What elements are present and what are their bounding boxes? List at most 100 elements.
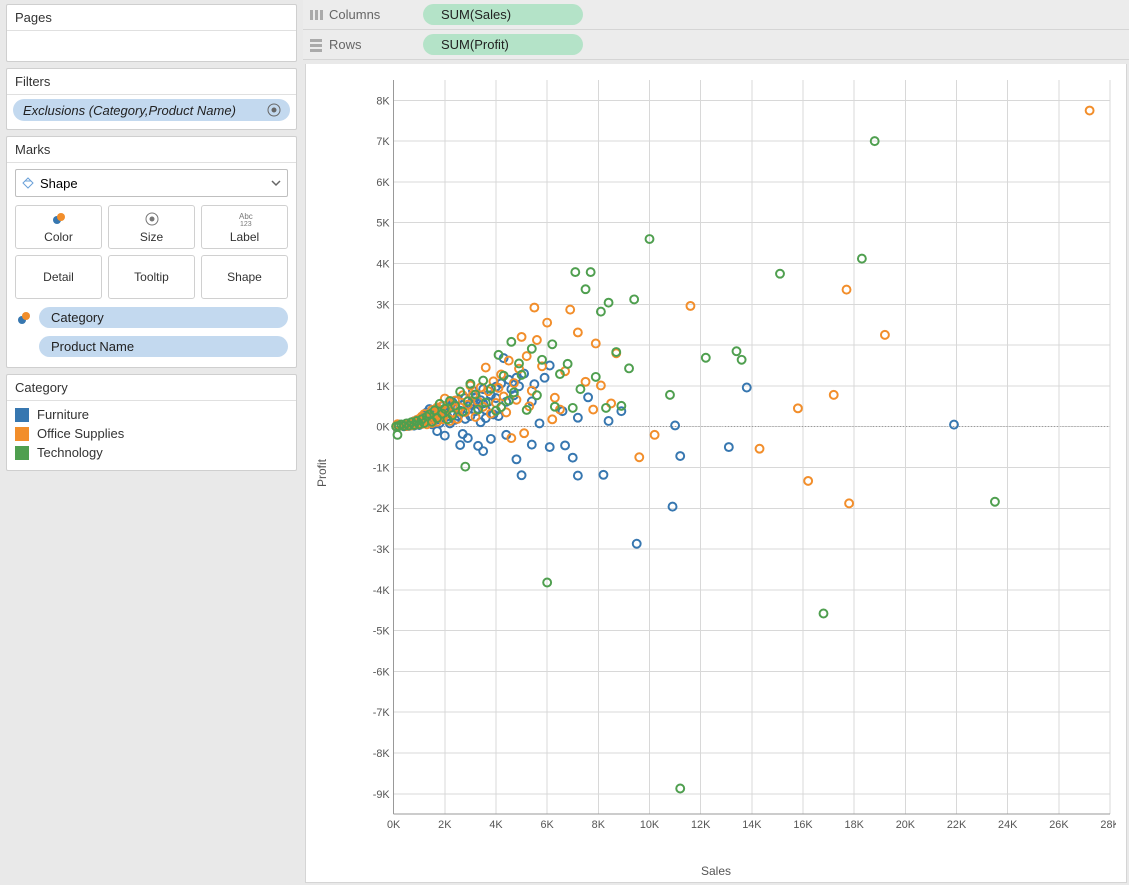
svg-text:-4K: -4K bbox=[373, 585, 391, 597]
columns-shelf-label: Columns bbox=[303, 7, 423, 22]
data-point[interactable] bbox=[518, 333, 526, 341]
svg-text:5K: 5K bbox=[376, 218, 390, 230]
marks-shape-button[interactable]: Shape bbox=[201, 255, 288, 299]
data-point[interactable] bbox=[804, 477, 812, 485]
legend-item[interactable]: Furniture bbox=[15, 405, 288, 424]
data-point[interactable] bbox=[743, 384, 751, 392]
data-point[interactable] bbox=[394, 431, 402, 439]
data-point[interactable] bbox=[600, 471, 608, 479]
data-point[interactable] bbox=[669, 503, 677, 511]
data-point[interactable] bbox=[794, 404, 802, 412]
pages-body[interactable] bbox=[7, 31, 296, 61]
eye-icon bbox=[266, 102, 282, 118]
data-point[interactable] bbox=[582, 285, 590, 293]
data-point[interactable] bbox=[605, 417, 613, 425]
data-point[interactable] bbox=[651, 431, 659, 439]
marks-shelf-category[interactable]: Category bbox=[39, 307, 288, 328]
data-point[interactable] bbox=[1086, 107, 1094, 115]
marks-color-button[interactable]: Color bbox=[15, 205, 102, 249]
x-axis-label: Sales bbox=[701, 864, 731, 878]
data-point[interactable] bbox=[569, 454, 577, 462]
data-point[interactable] bbox=[574, 472, 582, 480]
data-point[interactable] bbox=[518, 471, 526, 479]
data-point[interactable] bbox=[482, 364, 490, 372]
data-point[interactable] bbox=[548, 415, 556, 423]
data-point[interactable] bbox=[584, 393, 592, 401]
data-point[interactable] bbox=[566, 306, 574, 314]
data-point[interactable] bbox=[607, 399, 615, 407]
legend-item[interactable]: Office Supplies bbox=[15, 424, 288, 443]
data-point[interactable] bbox=[456, 441, 464, 449]
data-point[interactable] bbox=[676, 785, 684, 793]
data-point[interactable] bbox=[569, 404, 577, 412]
columns-shelf[interactable]: Columns SUM(Sales) bbox=[303, 0, 1129, 30]
data-point[interactable] bbox=[733, 347, 741, 355]
data-point[interactable] bbox=[605, 299, 613, 307]
data-point[interactable] bbox=[625, 364, 633, 372]
filter-pill-exclusions[interactable]: Exclusions (Category,Product Name) bbox=[13, 99, 290, 121]
legend-swatch bbox=[15, 446, 29, 460]
data-point[interactable] bbox=[513, 455, 521, 463]
rows-shelf[interactable]: Rows SUM(Profit) bbox=[303, 30, 1129, 60]
data-point[interactable] bbox=[561, 441, 569, 449]
data-point[interactable] bbox=[702, 354, 710, 362]
data-point[interactable] bbox=[820, 610, 828, 618]
data-point[interactable] bbox=[881, 331, 889, 339]
data-point[interactable] bbox=[528, 441, 536, 449]
data-point[interactable] bbox=[582, 378, 590, 386]
marks-shelf-productname[interactable]: Product Name bbox=[39, 336, 288, 357]
rows-field-profit[interactable]: SUM(Profit) bbox=[423, 34, 583, 55]
data-point[interactable] bbox=[738, 356, 746, 364]
data-point[interactable] bbox=[515, 359, 523, 367]
svg-text:-6K: -6K bbox=[373, 666, 391, 678]
data-point[interactable] bbox=[564, 360, 572, 368]
columns-icon bbox=[309, 8, 323, 22]
marks-detail-button[interactable]: Detail bbox=[15, 255, 102, 299]
marks-size-button[interactable]: Size bbox=[108, 205, 195, 249]
data-point[interactable] bbox=[574, 328, 582, 336]
data-point[interactable] bbox=[589, 406, 597, 414]
data-point[interactable] bbox=[548, 340, 556, 348]
data-point[interactable] bbox=[474, 442, 482, 450]
svg-text:-7K: -7K bbox=[373, 707, 391, 719]
legend-panel: Category FurnitureOffice SuppliesTechnol… bbox=[6, 374, 297, 471]
data-point[interactable] bbox=[725, 443, 733, 451]
data-point[interactable] bbox=[574, 414, 582, 422]
data-point[interactable] bbox=[602, 404, 610, 412]
data-point[interactable] bbox=[617, 402, 625, 410]
data-point[interactable] bbox=[666, 391, 674, 399]
rows-icon bbox=[309, 38, 323, 52]
legend-item[interactable]: Technology bbox=[15, 443, 288, 462]
data-point[interactable] bbox=[676, 452, 684, 460]
data-point[interactable] bbox=[551, 394, 559, 402]
data-point[interactable] bbox=[633, 540, 641, 548]
marks-tooltip-button[interactable]: Tooltip bbox=[108, 255, 195, 299]
data-point[interactable] bbox=[487, 435, 495, 443]
data-point[interactable] bbox=[776, 270, 784, 278]
data-point[interactable] bbox=[830, 391, 838, 399]
scatter-plot[interactable]: -9K-8K-7K-6K-5K-4K-3K-2K-1K0K1K2K3K4K5K6… bbox=[366, 74, 1116, 838]
data-point[interactable] bbox=[756, 445, 764, 453]
data-point[interactable] bbox=[845, 499, 853, 507]
filter-pill-label: Exclusions (Category,Product Name) bbox=[23, 103, 236, 118]
data-point[interactable] bbox=[533, 336, 541, 344]
data-point[interactable] bbox=[533, 391, 541, 399]
data-point[interactable] bbox=[461, 463, 469, 471]
svg-text:3K: 3K bbox=[376, 299, 390, 311]
data-point[interactable] bbox=[671, 421, 679, 429]
data-point[interactable] bbox=[528, 345, 536, 353]
columns-field-sales[interactable]: SUM(Sales) bbox=[423, 4, 583, 25]
mark-type-select[interactable]: Shape bbox=[15, 169, 288, 197]
data-point[interactable] bbox=[991, 498, 999, 506]
marks-label-button[interactable]: Abc123 Label bbox=[201, 205, 288, 249]
data-point[interactable] bbox=[630, 295, 638, 303]
svg-text:10K: 10K bbox=[640, 819, 660, 831]
data-point[interactable] bbox=[520, 429, 528, 437]
data-point[interactable] bbox=[635, 453, 643, 461]
data-point[interactable] bbox=[571, 268, 579, 276]
data-point[interactable] bbox=[523, 352, 531, 360]
data-point[interactable] bbox=[587, 268, 595, 276]
data-point[interactable] bbox=[843, 286, 851, 294]
data-point[interactable] bbox=[686, 302, 694, 310]
data-point[interactable] bbox=[858, 255, 866, 263]
